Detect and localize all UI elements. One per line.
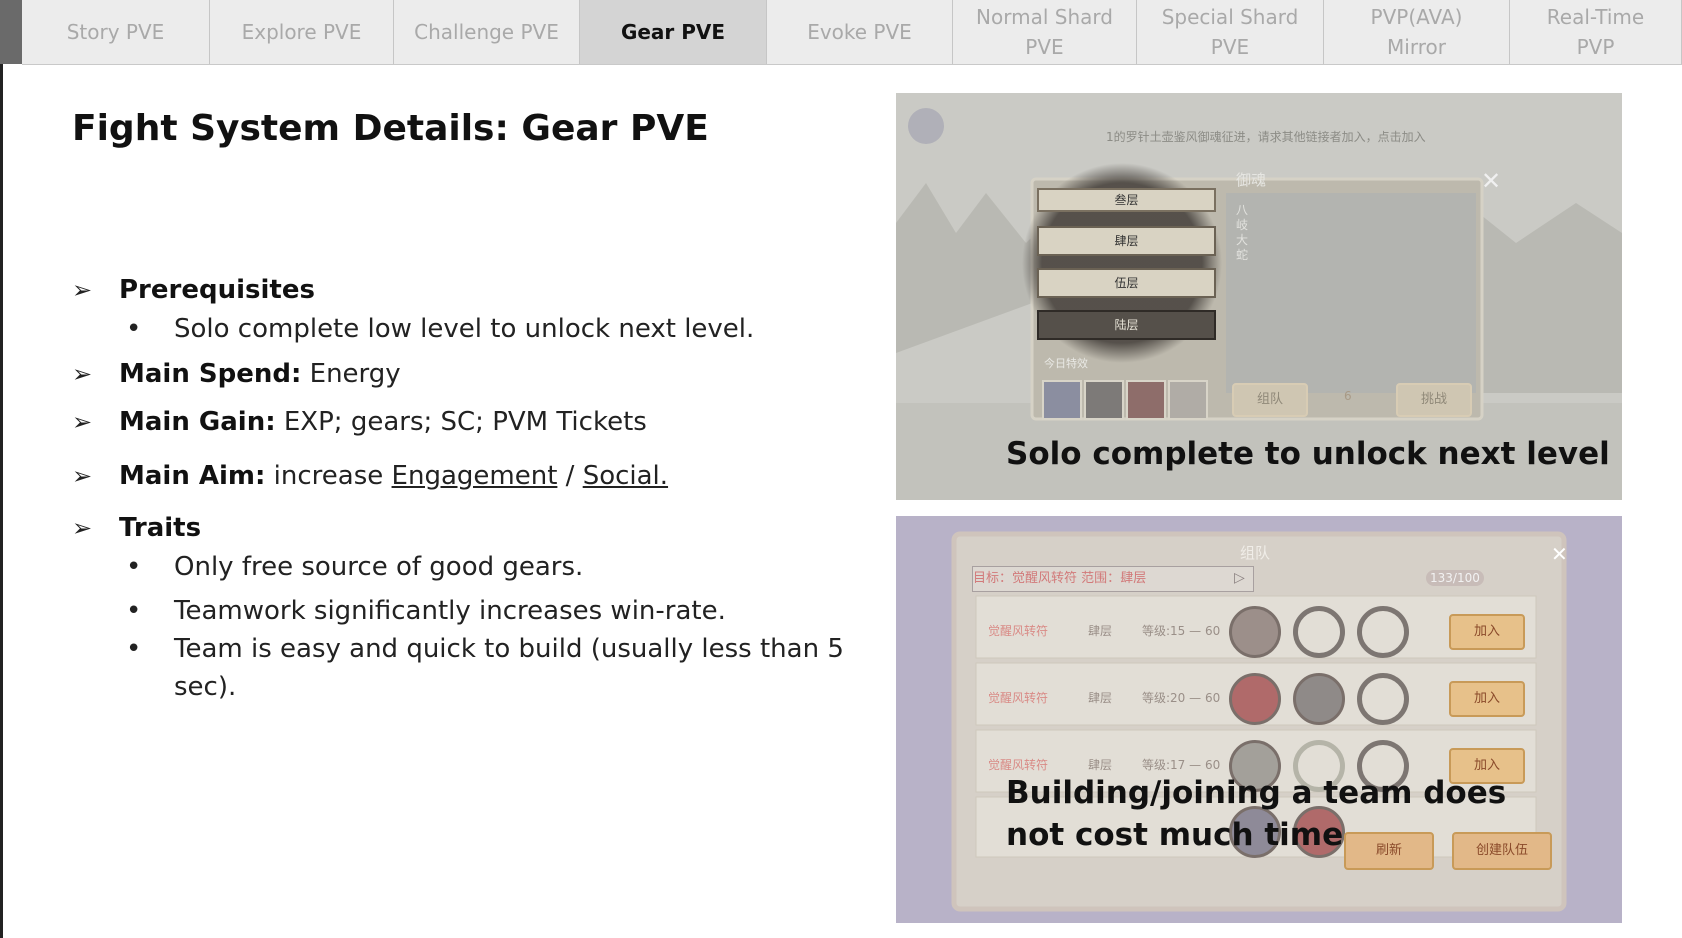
tab-evoke-pve[interactable]: Evoke PVE — [767, 0, 953, 64]
caption-top: Solo complete to unlock next level — [1006, 436, 1610, 472]
sub-bullet: • Only free source of good gears. — [72, 548, 852, 586]
tab-story-pve[interactable]: Story PVE — [22, 0, 210, 64]
tab-explore-pve[interactable]: Explore PVE — [210, 0, 394, 64]
floor-button-selected[interactable]: 陆层 — [1037, 310, 1216, 340]
join-button[interactable]: 加入 — [1449, 681, 1525, 717]
bullet-prerequisites: ➢ Prerequisites — [72, 270, 852, 310]
member-avatar — [1229, 606, 1281, 658]
member-avatar — [1293, 673, 1345, 725]
row-name: 觉醒风转符 — [988, 758, 1049, 772]
empty-slot-icon — [1357, 673, 1409, 725]
join-button[interactable]: 加入 — [1449, 614, 1525, 650]
row-floor: 肆层 — [1088, 624, 1113, 638]
social-link[interactable]: Social. — [583, 461, 668, 491]
arrow-bullet-icon: ➢ — [72, 276, 93, 304]
stamina-count: 6 — [1344, 389, 1352, 403]
row-name: 觉醒风转符 — [988, 624, 1049, 638]
dialog-title: 御魂 — [1236, 171, 1267, 189]
dot-bullet-icon: • — [126, 552, 142, 582]
close-icon[interactable]: ✕ — [1551, 542, 1568, 566]
effect-slot-icon — [1126, 380, 1166, 420]
team-button[interactable]: 组队 — [1232, 383, 1308, 417]
tab-normal-shard-pve[interactable]: Normal Shard PVE — [953, 0, 1137, 64]
effect-slot-icon — [1042, 380, 1082, 420]
bullet-list: ➢ Prerequisites • Solo complete low level … — [72, 270, 852, 706]
tab-bar: Story PVE Explore PVE Challenge PVE Gear… — [22, 0, 1682, 65]
caption-bottom: Building/joining a team does not cost mu… — [1006, 775, 1507, 853]
dot-bullet-icon: • — [126, 314, 142, 344]
floor-button[interactable]: 伍层 — [1037, 268, 1216, 298]
row-level: 等级:17 — 60 — [1142, 758, 1221, 772]
arrow-bullet-icon: ➢ — [72, 514, 93, 542]
left-border-line — [0, 64, 3, 938]
effect-slot-icon — [1084, 380, 1124, 420]
tab-special-shard-pve[interactable]: Special Shard PVE — [1137, 0, 1324, 64]
sub-bullet: • Solo complete low level to unlock next … — [72, 310, 852, 348]
bullet-main-gain: ➢ Main Gain: EXP; gears; SC; PVM Tickets — [72, 402, 852, 442]
tab-gear-pve[interactable]: Gear PVE — [580, 0, 767, 64]
left-bar — [0, 0, 22, 64]
member-avatar — [1229, 673, 1281, 725]
bullet-traits: ➢ Traits — [72, 508, 852, 548]
sub-bullet: • Team is easy and quick to build (usuall… — [72, 630, 874, 706]
stamina-count: 133/100 — [1426, 570, 1484, 586]
row-level: 等级:15 — 60 — [1142, 624, 1221, 638]
arrow-bullet-icon: ➢ — [72, 462, 93, 490]
dialog-title: 组队 — [1240, 544, 1271, 562]
play-icon[interactable]: ▷ — [1234, 570, 1245, 586]
empty-slot-icon — [1357, 606, 1409, 658]
floor-button[interactable]: 肆层 — [1037, 226, 1216, 256]
dot-bullet-icon: • — [126, 634, 142, 664]
target-filter[interactable]: 目标：觉醒风转符 范围：肆层 — [972, 566, 1254, 592]
tab-real-time-pvp[interactable]: Real-Time PVP — [1510, 0, 1682, 64]
row-level: 等级:20 — 60 — [1142, 691, 1221, 705]
tab-challenge-pve[interactable]: Challenge PVE — [394, 0, 580, 64]
sub-bullet: • Teamwork significantly increases win-ra… — [72, 592, 852, 630]
engagement-link[interactable]: Engagement — [392, 461, 558, 491]
bullet-main-aim: ➢ Main Aim: increase Engagement / Social. — [72, 456, 852, 496]
floor-button[interactable]: 叁层 — [1037, 188, 1216, 212]
effect-slot-icon — [1168, 380, 1208, 420]
today-effect-label: 今日特效 — [1044, 357, 1088, 370]
bullet-main-spend: ➢ Main Spend: Energy — [72, 354, 852, 394]
page-title: Fight System Details: Gear PVE — [72, 108, 709, 149]
row-name: 觉醒风转符 — [988, 691, 1049, 705]
top-banner-text: 1的罗针土壶鉴风御魂征进，请求其他链接者加入，点击加入 — [1106, 130, 1426, 144]
row-floor: 肆层 — [1088, 691, 1113, 705]
arrow-bullet-icon: ➢ — [72, 408, 93, 436]
screenshot-team-building: 组队 ✕ 目标：觉醒风转符 范围：肆层 ▷ 133/100 觉醒风转符 肆层 等… — [896, 516, 1622, 923]
boss-name: 八岐大蛇 — [1236, 203, 1249, 262]
tab-pvp-ava-mirror[interactable]: PVP(AVA) Mirror — [1324, 0, 1510, 64]
left-strip — [0, 0, 22, 938]
screenshot-solo-unlock: 1的罗针土壶鉴风御魂征进，请求其他链接者加入，点击加入 御魂 ✕ 叁层 肆层 伍… — [896, 93, 1622, 500]
dot-bullet-icon: • — [126, 596, 142, 626]
challenge-button[interactable]: 挑战 — [1396, 383, 1472, 417]
empty-slot-icon — [1293, 606, 1345, 658]
row-floor: 肆层 — [1088, 758, 1113, 772]
arrow-bullet-icon: ➢ — [72, 360, 93, 388]
close-icon[interactable]: ✕ — [1481, 167, 1501, 195]
